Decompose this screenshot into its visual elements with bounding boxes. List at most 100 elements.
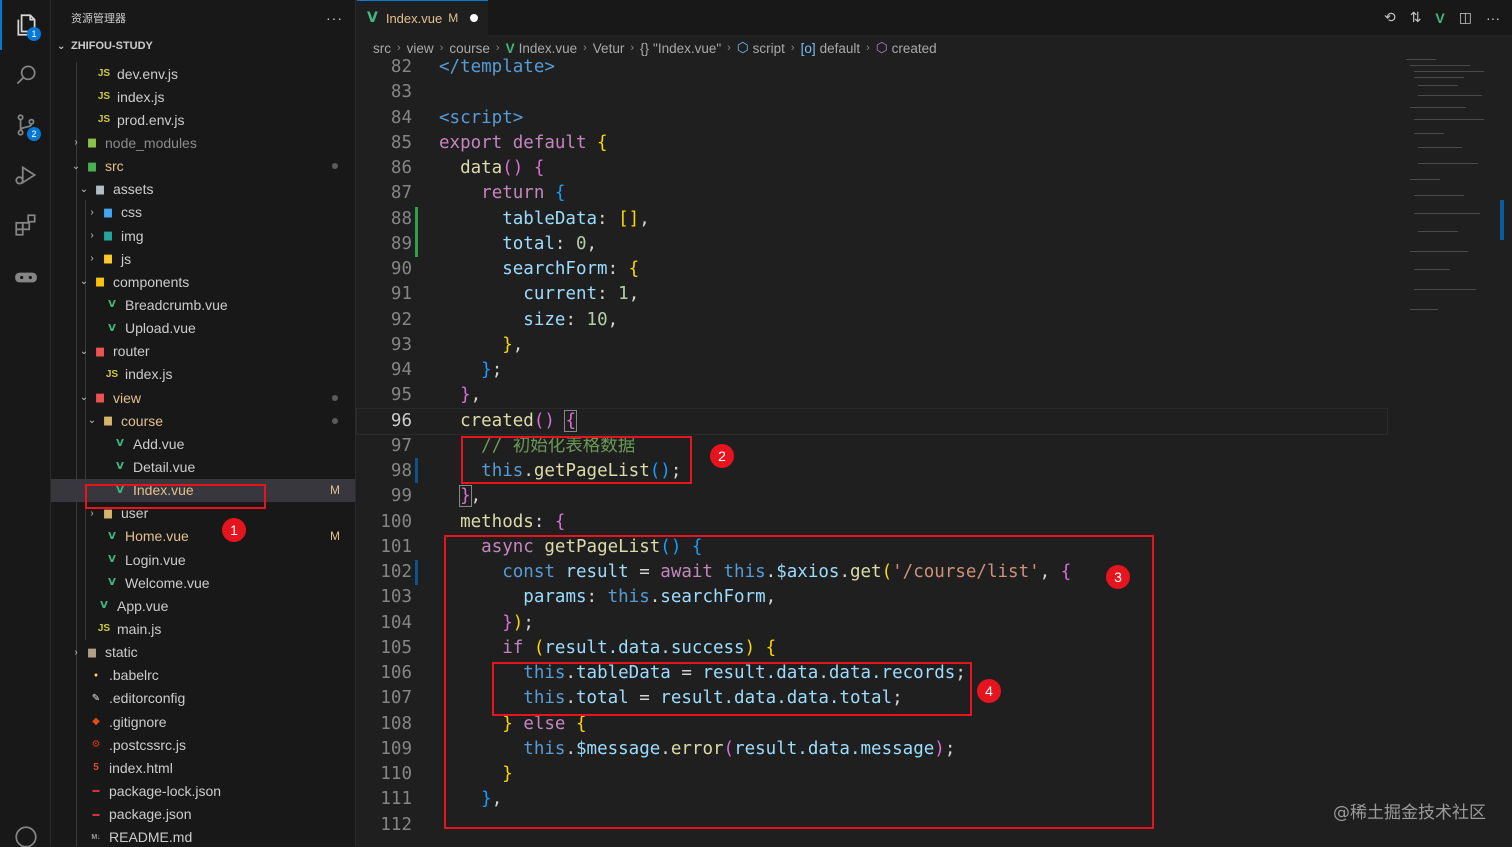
git-status-modified: M: [330, 483, 340, 498]
timeline-icon[interactable]: ⟲: [1384, 9, 1396, 26]
line-number: 105: [380, 637, 412, 658]
line-number: 100: [380, 511, 412, 532]
vue-file-icon: V: [108, 577, 116, 589]
vue-icon[interactable]: V: [1435, 10, 1444, 26]
line-number: 83: [390, 82, 412, 103]
code-line: 83: [357, 80, 1387, 105]
tree-item-folder[interactable]: › ▆ node_modules: [51, 131, 355, 154]
tree-item-file[interactable]: JS main.js: [51, 617, 355, 640]
tree-item-file[interactable]: V Add.vue: [51, 432, 355, 455]
folder-view-icon: ▆: [96, 392, 104, 404]
tree-item-folder[interactable]: ⌄ ▆ components: [51, 270, 355, 293]
tree-item-file[interactable]: V Welcome.vue: [51, 571, 355, 594]
breadcrumb-item[interactable]: created: [892, 41, 937, 56]
breadcrumb-item[interactable]: view: [407, 41, 434, 56]
unsaved-dot[interactable]: [470, 14, 479, 22]
tree-item-folder[interactable]: ⌄ ▆ course: [51, 409, 355, 432]
tree-item-file[interactable]: V Breadcrumb.vue: [51, 293, 355, 316]
code-token: <script>: [439, 107, 524, 128]
breadcrumb-item[interactable]: Vetur: [593, 41, 625, 56]
tree-item-folder[interactable]: ⌄ ▆ src: [51, 155, 355, 178]
breadcrumb-item[interactable]: course: [449, 41, 490, 56]
vertical-scrollbar[interactable]: [1498, 55, 1512, 847]
tree-item-file[interactable]: V Upload.vue: [51, 317, 355, 340]
tree-item-file[interactable]: V Home.vue M: [51, 525, 355, 548]
breadcrumb-item[interactable]: Index.vue: [519, 41, 578, 56]
tree-item-folder[interactable]: › ▆ static: [51, 641, 355, 664]
code-line: 82 </template>: [357, 55, 1387, 80]
annotation-box-2: [461, 436, 692, 484]
scrollbar-thumb[interactable]: [1500, 200, 1504, 240]
split-editor-icon[interactable]: ◫: [1459, 9, 1472, 26]
modified-dot: [332, 417, 338, 424]
minimap-line: [1414, 119, 1484, 120]
breadcrumb-item[interactable]: "Index.vue": [653, 41, 721, 56]
tree-item-folder[interactable]: ⌄ ▆ assets: [51, 178, 355, 201]
git-added-marker: [415, 207, 418, 257]
run-debug-icon[interactable]: [0, 150, 51, 200]
tree-item-file[interactable]: JS index.js: [51, 85, 355, 108]
folder-icon: ▆: [104, 415, 112, 427]
tree-item-file[interactable]: JS dev.env.js: [51, 62, 355, 85]
account-icon[interactable]: [0, 812, 51, 847]
tree-item-folder[interactable]: › ▆ img: [51, 224, 355, 247]
search-icon[interactable]: [0, 50, 51, 100]
gamepad-icon[interactable]: [0, 252, 51, 302]
tab-index-vue[interactable]: V Index.vue M: [357, 0, 489, 35]
tree-item-file[interactable]: M↓ README.md: [51, 826, 355, 847]
line-number: 107: [380, 688, 412, 709]
line-number: 98: [390, 461, 412, 481]
line-number: 82: [390, 57, 412, 77]
tree-item-folder[interactable]: › ▆ css: [51, 201, 355, 224]
field-icon: [o]: [800, 40, 816, 56]
tree-item-file[interactable]: ▬ package-lock.json: [51, 779, 355, 802]
tree-item-file[interactable]: V App.vue: [51, 594, 355, 617]
tree-item-file[interactable]: ● .babelrc: [51, 664, 355, 687]
tree-item-file[interactable]: ✎ .editorconfig: [51, 687, 355, 710]
extensions-icon[interactable]: [0, 200, 51, 250]
tree-item-folder[interactable]: ⌄ ▆ view: [51, 386, 355, 409]
code-token: current: [523, 284, 598, 305]
line-number: 111: [380, 789, 412, 810]
js-file-icon: JS: [105, 368, 119, 380]
tree-item-file[interactable]: ◆ .gitignore: [51, 710, 355, 733]
line-number: 106: [380, 663, 412, 683]
explorer-icon[interactable]: [0, 0, 51, 50]
project-root[interactable]: ⌄ ZHIFOU-STUDY: [51, 35, 355, 57]
tree-item-file[interactable]: V Detail.vue: [51, 455, 355, 478]
breadcrumb-item[interactable]: default: [820, 41, 861, 56]
line-number: 93: [390, 334, 412, 355]
minimap[interactable]: [1398, 55, 1498, 345]
code-line: 100 methods: {: [357, 510, 1387, 535]
tab-modified-status: M: [448, 11, 459, 25]
file-tree: JS dev.env.js JS index.js JS prod.env.js › ▆…: [51, 62, 355, 847]
tree-item-file[interactable]: ⚙ .postcssrc.js: [51, 733, 355, 756]
breadcrumb-item[interactable]: script: [753, 41, 785, 56]
minimap-line: [1418, 163, 1478, 164]
compare-changes-icon[interactable]: ⇅: [1410, 9, 1422, 26]
modified-dot: [332, 394, 338, 401]
more-actions-icon[interactable]: ···: [1486, 10, 1500, 26]
minimap-line: [1418, 95, 1482, 96]
tree-item-folder[interactable]: › ▆ js: [51, 247, 355, 270]
annotation-badge-3: 3: [1106, 565, 1130, 589]
chevron-down-icon: ⌄: [71, 160, 81, 172]
tree-item-file[interactable]: 5 index.html: [51, 756, 355, 779]
code-token: export default: [439, 132, 587, 153]
chevron-right-icon: ›: [439, 42, 444, 54]
chevron-down-icon: ⌄: [79, 345, 89, 357]
breadcrumb-item[interactable]: src: [373, 41, 391, 56]
tree-item-file[interactable]: JS index.js: [51, 363, 355, 386]
tree-item-file[interactable]: ▬ package.json: [51, 803, 355, 826]
js-file-icon: JS: [97, 114, 111, 126]
tab-bar: V Index.vue M ⟲ ⇅ V ◫ ···: [357, 0, 1512, 35]
minimap-line: [1414, 213, 1480, 214]
line-number: 97: [390, 435, 412, 456]
code-token: return: [481, 183, 545, 204]
tree-item-file[interactable]: JS prod.env.js: [51, 108, 355, 131]
code-editor[interactable]: 82 </template> 83 84 <script> 85 export def…: [356, 55, 1388, 838]
more-actions-icon[interactable]: ···: [326, 10, 343, 26]
tree-item-folder[interactable]: ⌄ ▆ router: [51, 340, 355, 363]
source-control-icon[interactable]: [0, 100, 51, 150]
tree-item-file[interactable]: V Login.vue: [51, 548, 355, 571]
